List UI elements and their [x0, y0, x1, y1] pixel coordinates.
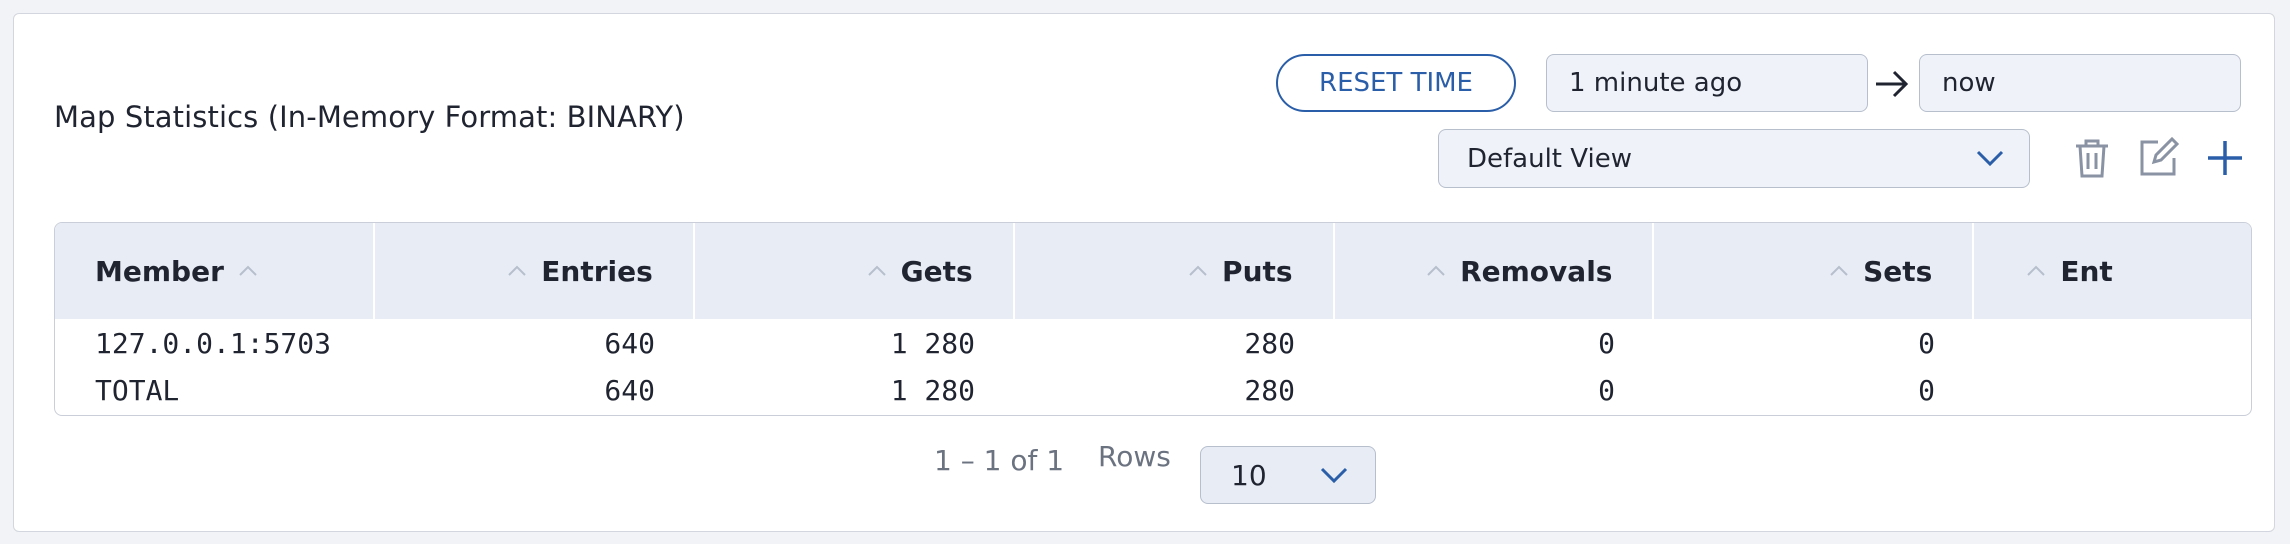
sort-up-icon: [1427, 265, 1445, 276]
arrow-right-icon: [1876, 70, 1909, 98]
table-header: Member Entries Gets Puts Removals Sets E…: [55, 223, 2251, 319]
cell-entries: 640: [604, 326, 655, 360]
chevron-down-icon: [1320, 467, 1348, 484]
cell-puts: 280: [1244, 373, 1295, 407]
sort-up-icon: [867, 265, 886, 276]
cell-gets: 1 280: [890, 326, 975, 360]
view-select-value: Default View: [1467, 143, 1632, 174]
column-gets[interactable]: Gets: [695, 223, 1015, 319]
cell-gets: 1 280: [890, 373, 975, 407]
table-row: 127.0.0.1:5703 640 1 280 280 0 0: [55, 320, 2251, 366]
chevron-down-icon: [1976, 150, 2004, 167]
pagination-range: 1 – 1 of 1: [934, 444, 1065, 477]
time-from-value: 1 minute ago: [1569, 68, 1743, 98]
edit-view-button[interactable]: [2134, 134, 2182, 182]
rows-per-page-select[interactable]: 10: [1200, 446, 1376, 504]
cell-entry-truncated: [1975, 367, 2251, 413]
add-view-button[interactable]: [2201, 134, 2249, 182]
cell-puts: 280: [1244, 326, 1295, 360]
reset-time-button[interactable]: RESET TIME: [1276, 54, 1516, 112]
table-row: TOTAL 640 1 280 280 0 0: [55, 367, 2251, 413]
cell-member: 127.0.0.1:5703: [95, 326, 332, 360]
column-entries[interactable]: Entries: [375, 223, 695, 319]
time-to-input[interactable]: now: [1919, 54, 2241, 112]
time-from-input[interactable]: 1 minute ago: [1546, 54, 1868, 112]
column-puts[interactable]: Puts: [1015, 223, 1335, 319]
rows-label: Rows: [1098, 440, 1171, 473]
map-statistics-table: Member Entries Gets Puts Removals Sets E…: [54, 222, 2252, 416]
column-member[interactable]: Member: [55, 223, 375, 319]
edit-icon: [2140, 136, 2180, 176]
sort-up-icon: [508, 265, 526, 276]
trash-icon: [2076, 139, 2108, 178]
map-statistics-card: Map Statistics (In-Memory Format: BINARY…: [13, 13, 2275, 532]
sort-up-icon: [1830, 265, 1848, 276]
cell-removals: 0: [1598, 373, 1615, 407]
column-removals[interactable]: Removals: [1335, 223, 1655, 319]
sort-up-icon: [1189, 265, 1207, 276]
cell-entry-truncated: [1975, 320, 2251, 366]
plus-icon: [2208, 141, 2242, 175]
column-sets[interactable]: Sets: [1654, 223, 1975, 319]
rows-per-page-value: 10: [1231, 458, 1267, 492]
cell-member: TOTAL: [95, 373, 180, 407]
sort-up-icon: [2027, 265, 2046, 276]
delete-view-button[interactable]: [2068, 134, 2116, 182]
time-to-value: now: [1942, 68, 1996, 98]
page-title: Map Statistics (In-Memory Format: BINARY…: [54, 100, 685, 134]
column-entry-truncated[interactable]: Ent: [1974, 223, 2251, 319]
view-select[interactable]: Default View: [1438, 129, 2030, 188]
cell-sets: 0: [1918, 326, 1935, 360]
cell-removals: 0: [1598, 326, 1615, 360]
sort-up-icon: [239, 265, 257, 276]
cell-sets: 0: [1918, 373, 1935, 407]
cell-entries: 640: [604, 373, 655, 407]
